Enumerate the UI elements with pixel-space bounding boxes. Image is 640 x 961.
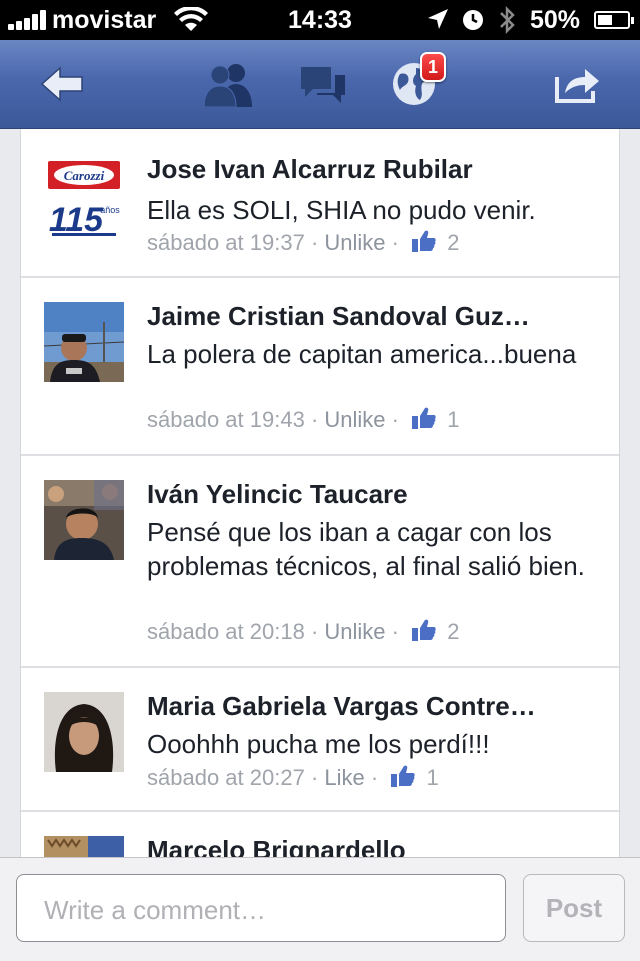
comment-timestamp: sábado at 19:37 (147, 230, 305, 255)
unlike-link[interactable]: Unlike (324, 619, 385, 644)
navigation-bar (0, 40, 640, 129)
thumbs-up-icon (391, 765, 415, 787)
alarm-clock-icon (463, 10, 483, 30)
thumbs-up-icon (412, 407, 436, 429)
comments-list: Carozzi 115 años Jose Ivan Alcarruz Rubi… (20, 129, 620, 857)
comment-author[interactable]: Jaime Cristian Sandoval Guz… (147, 300, 587, 332)
status-bar: movistar 14:33 50% (0, 0, 640, 40)
separator: · (391, 407, 399, 432)
comment-item: Jaime Cristian Sandoval Guz… La polera d… (21, 278, 619, 456)
comment-composer: Write a comment… Post (0, 857, 640, 961)
share-button[interactable] (546, 40, 610, 128)
avatar[interactable] (44, 480, 124, 560)
notifications-badge: 1 (420, 52, 446, 82)
profile-photo (44, 692, 124, 772)
thumbs-up-icon (412, 619, 436, 641)
comment-author[interactable]: Maria Gabriela Vargas Contre… (147, 690, 587, 722)
avatar[interactable] (44, 836, 124, 857)
svg-text:años: años (100, 205, 120, 215)
comment-item: Iván Yelincic Taucare Pensé que los iban… (21, 456, 619, 668)
post-button[interactable]: Post (523, 874, 625, 942)
separator: · (370, 765, 379, 790)
separator: · (310, 619, 319, 644)
bluetooth-icon (500, 5, 515, 35)
messages-button[interactable] (292, 40, 352, 128)
separator: · (310, 407, 319, 432)
like-link[interactable]: Like (324, 765, 364, 790)
separator: · (391, 230, 399, 255)
comment-text: La polera de capitan america...buena (147, 339, 577, 369)
separator: · (310, 230, 319, 255)
separator: · (310, 765, 319, 790)
svg-text:Carozzi: Carozzi (64, 168, 105, 183)
comment-text: Ooohhh pucha me los perdí!!! (147, 729, 490, 759)
messages-icon (301, 67, 345, 103)
comment-author[interactable]: Marcelo Brignardello (147, 834, 587, 857)
comment-meta: sábado at 20:27 · Like · 1 (147, 764, 439, 792)
svg-text:115: 115 (49, 201, 104, 237)
comment-author[interactable]: Iván Yelincic Taucare (147, 478, 587, 510)
comment-item: Marcelo Brignardello (21, 812, 619, 857)
comment-timestamp: sábado at 19:43 (147, 407, 305, 432)
comment-author[interactable]: Jose Ivan Alcarruz Rubilar (147, 153, 587, 185)
like-count: 2 (447, 230, 460, 255)
comment-input[interactable]: Write a comment… (16, 874, 506, 942)
unlike-link[interactable]: Unlike (324, 407, 385, 432)
share-icon (555, 69, 599, 103)
comment-item: Maria Gabriela Vargas Contre… Ooohhh puc… (21, 668, 619, 812)
thumbs-up-icon (412, 230, 436, 252)
friend-requests-button[interactable] (196, 40, 260, 128)
battery-percent: 50% (530, 6, 581, 34)
comment-timestamp: sábado at 20:18 (147, 619, 305, 644)
comment-item: Carozzi 115 años Jose Ivan Alcarruz Rubi… (21, 129, 619, 278)
location-icon (428, 9, 448, 29)
friends-icon (203, 64, 252, 107)
like-count: 2 (447, 619, 460, 644)
profile-photo (44, 302, 124, 382)
profile-photo (44, 836, 124, 857)
comment-text: Pensé que los iban a cagar con los probl… (147, 517, 585, 581)
avatar[interactable]: Carozzi 115 años (44, 157, 124, 237)
battery-icon (594, 11, 634, 29)
comment-meta: sábado at 19:43 · Unlike · 1 (147, 406, 459, 434)
like-count: 1 (426, 765, 439, 790)
avatar[interactable] (44, 302, 124, 382)
carozzi-logo-avatar: Carozzi 115 años (44, 157, 124, 237)
unlike-link[interactable]: Unlike (324, 230, 385, 255)
back-button[interactable] (30, 40, 94, 128)
like-count: 1 (447, 407, 460, 432)
comment-timestamp: sábado at 20:27 (147, 765, 305, 790)
comment-text: Ella es SOLI, SHIA no pudo venir. (147, 195, 536, 225)
comment-meta: sábado at 20:18 · Unlike · 2 (147, 618, 459, 646)
back-arrow-icon (40, 66, 83, 102)
avatar[interactable] (44, 692, 124, 772)
comment-meta: sábado at 19:37 · Unlike · 2 (147, 229, 459, 257)
profile-photo (44, 480, 124, 560)
separator: · (391, 619, 399, 644)
